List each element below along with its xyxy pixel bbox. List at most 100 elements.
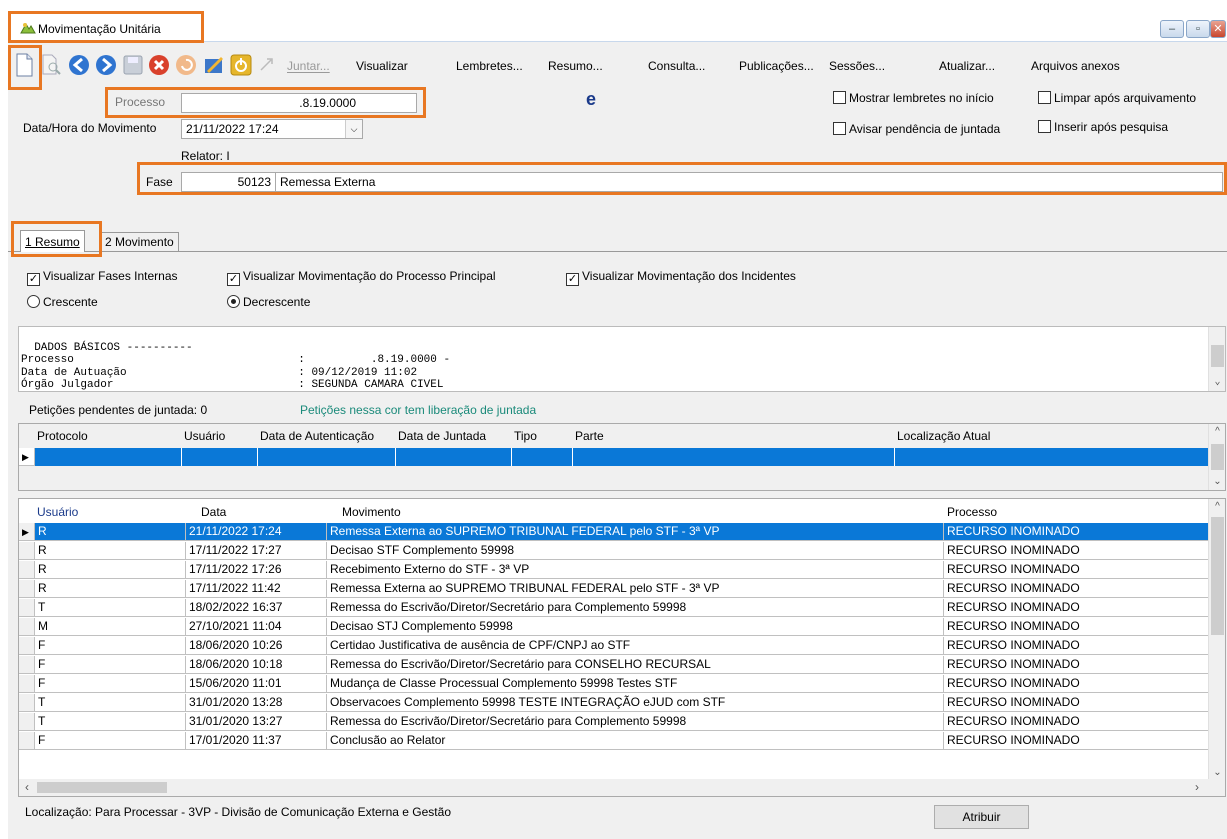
close-window-button[interactable]: ✕	[1210, 20, 1226, 38]
undo-icon[interactable]	[175, 54, 197, 76]
cell-data[interactable]: 18/06/2020 10:26	[186, 637, 327, 655]
cell-usuario[interactable]: R	[35, 561, 186, 579]
checkmark-icon[interactable]: ✓	[566, 273, 579, 286]
scroll-down-icon[interactable]: ⌄	[1209, 375, 1225, 391]
cell-movimento[interactable]: Conclusão ao Relator	[327, 732, 944, 750]
peticoes-selected-row[interactable]	[35, 448, 1208, 466]
back-arrow-icon[interactable]	[68, 54, 90, 76]
tab-resumo[interactable]: 1 Resumo	[20, 230, 85, 252]
col-protocolo[interactable]: Protocolo	[37, 429, 88, 443]
cell-data[interactable]: 31/01/2020 13:28	[186, 694, 327, 712]
checkbox-box[interactable]	[1038, 91, 1051, 104]
cell-usuario[interactable]: M	[35, 618, 186, 636]
menu-arquivos-anexos[interactable]: Arquivos anexos	[1031, 59, 1120, 73]
radio-circle[interactable]	[27, 295, 40, 308]
col-movimento[interactable]: Movimento	[342, 505, 401, 519]
cell-processo[interactable]: RECURSO INOMINADO	[944, 675, 1210, 693]
cell-data[interactable]: 18/02/2022 16:37	[186, 599, 327, 617]
fase-code-input[interactable]: 50123	[181, 172, 275, 192]
col-usuario[interactable]: Usuário	[37, 505, 78, 519]
menu-atualizar[interactable]: Atualizar...	[939, 59, 995, 73]
cell-data[interactable]: 15/06/2020 11:01	[186, 675, 327, 693]
scroll-thumb[interactable]	[1211, 517, 1224, 635]
peticoes-grid[interactable]: Protocolo Usuário Data de Autenticação D…	[18, 423, 1226, 491]
cell-usuario[interactable]: F	[35, 656, 186, 674]
scroll-up-icon[interactable]: ^	[1209, 424, 1225, 440]
scroll-thumb[interactable]	[1211, 345, 1224, 367]
cell-movimento[interactable]: Recebimento Externo do STF - 3ª VP	[327, 561, 944, 579]
processo-input[interactable]: .8.19.0000	[181, 93, 417, 113]
menu-sessoes[interactable]: Sessões...	[829, 59, 885, 73]
scroll-up-icon[interactable]: ^	[1209, 499, 1225, 515]
horizontal-scrollbar[interactable]: ‹ ›	[19, 779, 1225, 796]
minimize-button[interactable]: –	[1160, 20, 1184, 38]
cell-data[interactable]: 17/11/2022 17:27	[186, 542, 327, 560]
inserir-apos-checkbox[interactable]: Inserir após pesquisa	[1038, 120, 1168, 134]
scroll-down-icon[interactable]: ⌄	[1209, 474, 1225, 490]
fases-internas-checkbox[interactable]: ✓ Visualizar Fases Internas	[27, 269, 178, 286]
cell-processo[interactable]: RECURSO INOMINADO	[944, 656, 1210, 674]
cancel-icon[interactable]	[148, 54, 170, 76]
cell-processo[interactable]: RECURSO INOMINADO	[944, 523, 1210, 541]
cell-data[interactable]: 17/11/2022 17:26	[186, 561, 327, 579]
save-disk-icon[interactable]	[122, 54, 144, 76]
cell-processo[interactable]: RECURSO INOMINADO	[944, 561, 1210, 579]
cell-usuario[interactable]: T	[35, 713, 186, 731]
chevron-down-icon[interactable]: ⌵	[345, 120, 362, 138]
col-parte[interactable]: Parte	[575, 429, 604, 443]
col-data[interactable]: Data	[201, 505, 226, 519]
menu-publicacoes[interactable]: Publicações...	[739, 59, 814, 73]
col-localizacao-atual[interactable]: Localização Atual	[897, 429, 990, 443]
cell-processo[interactable]: RECURSO INOMINADO	[944, 542, 1210, 560]
atribuir-button[interactable]: Atribuir	[934, 805, 1029, 829]
avisar-pendencia-checkbox[interactable]: Avisar pendência de juntada	[833, 122, 1000, 136]
cell-movimento[interactable]: Decisao STJ Complemento 59998	[327, 618, 944, 636]
mostrar-lembretes-checkbox[interactable]: Mostrar lembretes no início	[833, 91, 994, 105]
cell-usuario[interactable]: T	[35, 599, 186, 617]
memo-scrollbar[interactable]: ^ ⌄	[1208, 327, 1225, 391]
cell-usuario[interactable]: R	[35, 542, 186, 560]
cell-processo[interactable]: RECURSO INOMINADO	[944, 713, 1210, 731]
forward-arrow-icon[interactable]	[95, 54, 117, 76]
crescente-radio[interactable]: Crescente	[27, 295, 98, 309]
cell-movimento[interactable]: Remessa do Escrivão/Diretor/Secretário p…	[327, 599, 944, 617]
scroll-right-icon[interactable]: ›	[1195, 780, 1199, 794]
col-data-autenticacao[interactable]: Data de Autenticação	[260, 429, 374, 443]
cell-movimento[interactable]: Certidao Justificativa de ausência de CP…	[327, 637, 944, 655]
cell-data[interactable]: 21/11/2022 17:24	[186, 523, 327, 541]
mov-incidentes-checkbox[interactable]: ✓ Visualizar Movimentação dos Incidentes	[566, 269, 796, 286]
movimentos-grid[interactable]: Usuário Data Movimento Processo ▶ R 21/11/…	[18, 498, 1226, 797]
cell-movimento[interactable]: Remessa Externa ao SUPREMO TRIBUNAL FEDE…	[327, 523, 944, 541]
dados-basicos-memo[interactable]: DADOS BÁSICOS ---------- Processo : .8.1…	[18, 326, 1226, 392]
maximize-button[interactable]: ▫	[1186, 20, 1210, 38]
cell-movimento[interactable]: Decisao STF Complemento 59998	[327, 542, 944, 560]
checkbox-box[interactable]	[833, 122, 846, 135]
cell-processo[interactable]: RECURSO INOMINADO	[944, 732, 1210, 750]
ie-browser-icon[interactable]: e	[586, 89, 596, 110]
menu-consulta[interactable]: Consulta...	[648, 59, 705, 73]
radio-circle-selected[interactable]	[227, 295, 240, 308]
cell-data[interactable]: 17/11/2022 11:42	[186, 580, 327, 598]
menu-lembretes[interactable]: Lembretes...	[456, 59, 523, 73]
cell-processo[interactable]: RECURSO INOMINADO	[944, 637, 1210, 655]
cell-movimento[interactable]: Remessa do Escrivão/Diretor/Secretário p…	[327, 656, 944, 674]
search-document-icon[interactable]	[40, 54, 62, 76]
col-processo[interactable]: Processo	[947, 505, 997, 519]
cell-movimento[interactable]: Remessa do Escrivão/Diretor/Secretário p…	[327, 713, 944, 731]
cell-usuario[interactable]: R	[35, 580, 186, 598]
scroll-left-icon[interactable]: ‹	[25, 780, 29, 794]
cell-movimento[interactable]: Remessa Externa ao SUPREMO TRIBUNAL FEDE…	[327, 580, 944, 598]
cell-usuario[interactable]: F	[35, 675, 186, 693]
cell-movimento[interactable]: Observacoes Complemento 59998 TESTE INTE…	[327, 694, 944, 712]
cell-usuario[interactable]: F	[35, 732, 186, 750]
cell-usuario[interactable]: F	[35, 637, 186, 655]
menu-resumo[interactable]: Resumo...	[548, 59, 603, 73]
checkbox-box[interactable]	[833, 91, 846, 104]
mov-principal-checkbox[interactable]: ✓ Visualizar Movimentação do Processo Pri…	[227, 269, 496, 286]
cell-processo[interactable]: RECURSO INOMINADO	[944, 599, 1210, 617]
decrescente-radio[interactable]: Decrescente	[227, 295, 310, 309]
link-icon[interactable]	[257, 56, 275, 74]
cell-usuario[interactable]: T	[35, 694, 186, 712]
cell-processo[interactable]: RECURSO INOMINADO	[944, 618, 1210, 636]
cell-usuario[interactable]: R	[35, 523, 186, 541]
